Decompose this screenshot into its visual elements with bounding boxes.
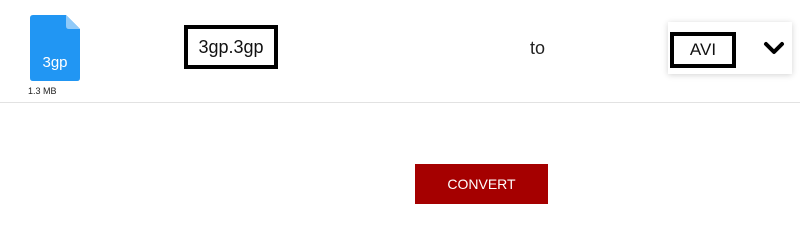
file-icon: 3gp — [30, 15, 80, 81]
file-extension-label: 3gp — [42, 54, 68, 71]
file-size: 1.3 MB — [28, 86, 57, 96]
format-select[interactable]: AVI — [668, 22, 792, 74]
file-shape — [30, 15, 80, 81]
converter-page: 3gp 1.3 MB 3gp.3gp to AVI CONVERT — [0, 0, 800, 220]
convert-button[interactable]: CONVERT — [415, 164, 548, 204]
chevron-down-icon[interactable] — [763, 41, 785, 57]
file-name: 3gp.3gp — [184, 25, 278, 69]
file-row: 3gp 1.3 MB 3gp.3gp to AVI — [0, 0, 800, 103]
to-label: to — [530, 38, 546, 58]
format-selected-value[interactable]: AVI — [670, 32, 736, 68]
